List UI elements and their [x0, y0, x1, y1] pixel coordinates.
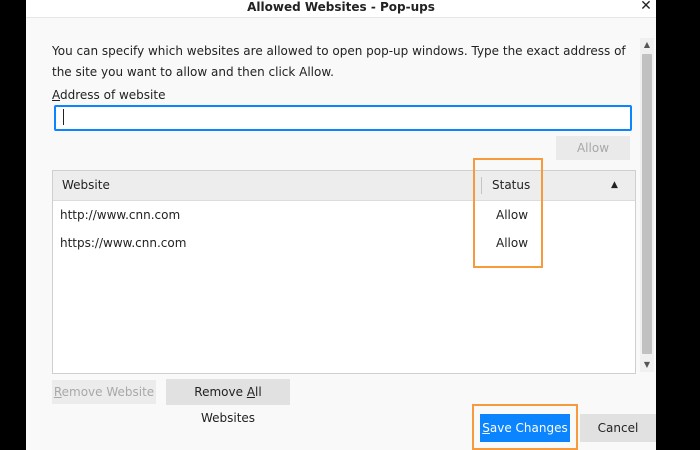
remove-website-button[interactable]: Remove Website	[52, 380, 156, 404]
remove-website-accesskey: R	[53, 385, 62, 399]
description-text: You can specify which websites are allow…	[52, 44, 626, 79]
allowed-websites-dialog: Allowed Websites - Pop-ups ✕ You can spe…	[26, 0, 656, 450]
sort-ascending-icon[interactable]: ▲	[611, 171, 618, 200]
table-row[interactable]: https://www.cnn.com Allow	[53, 229, 635, 257]
save-accesskey: S	[482, 421, 490, 435]
title-bar: Allowed Websites - Pop-ups ✕	[26, 0, 656, 18]
close-icon[interactable]: ✕	[638, 0, 654, 15]
remove-all-websites-button[interactable]: Remove All Websites	[166, 379, 290, 425]
save-changes-button[interactable]: Save Changes	[480, 414, 570, 442]
cancel-button[interactable]: Cancel	[580, 414, 656, 442]
status-cell: Allow	[496, 236, 529, 250]
websites-table: Website Status ▲ http://www.cnn.com Allo…	[52, 170, 636, 374]
website-cell: http://www.cnn.com	[60, 208, 181, 222]
column-divider	[481, 177, 482, 194]
save-label: ave Changes	[489, 421, 568, 435]
remove-all-accesskey: A	[246, 385, 256, 399]
address-label-accesskey: A	[52, 88, 60, 102]
scroll-down-icon[interactable]: ▼	[640, 358, 654, 372]
address-input[interactable]	[54, 105, 632, 131]
window-title: Allowed Websites - Pop-ups	[247, 0, 435, 14]
address-label: Address of website	[52, 88, 165, 102]
column-header-website[interactable]: Website	[62, 171, 110, 200]
text-caret	[63, 109, 64, 125]
scroll-up-icon[interactable]: ▲	[640, 38, 654, 52]
column-header-status[interactable]: Status	[492, 171, 530, 200]
table-header: Website Status ▲	[53, 171, 635, 201]
scroll-thumb[interactable]	[642, 54, 652, 354]
allow-button[interactable]: Allow	[556, 136, 630, 160]
website-cell: https://www.cnn.com	[60, 236, 187, 250]
table-row[interactable]: http://www.cnn.com Allow	[53, 201, 635, 229]
address-label-text: ddress of website	[60, 88, 166, 102]
dialog-scrollbar[interactable]: ▲ ▼	[640, 38, 654, 372]
remove-website-label: emove Website	[61, 385, 155, 399]
status-cell: Allow	[496, 208, 529, 222]
remove-all-prefix: Remove	[194, 385, 247, 399]
